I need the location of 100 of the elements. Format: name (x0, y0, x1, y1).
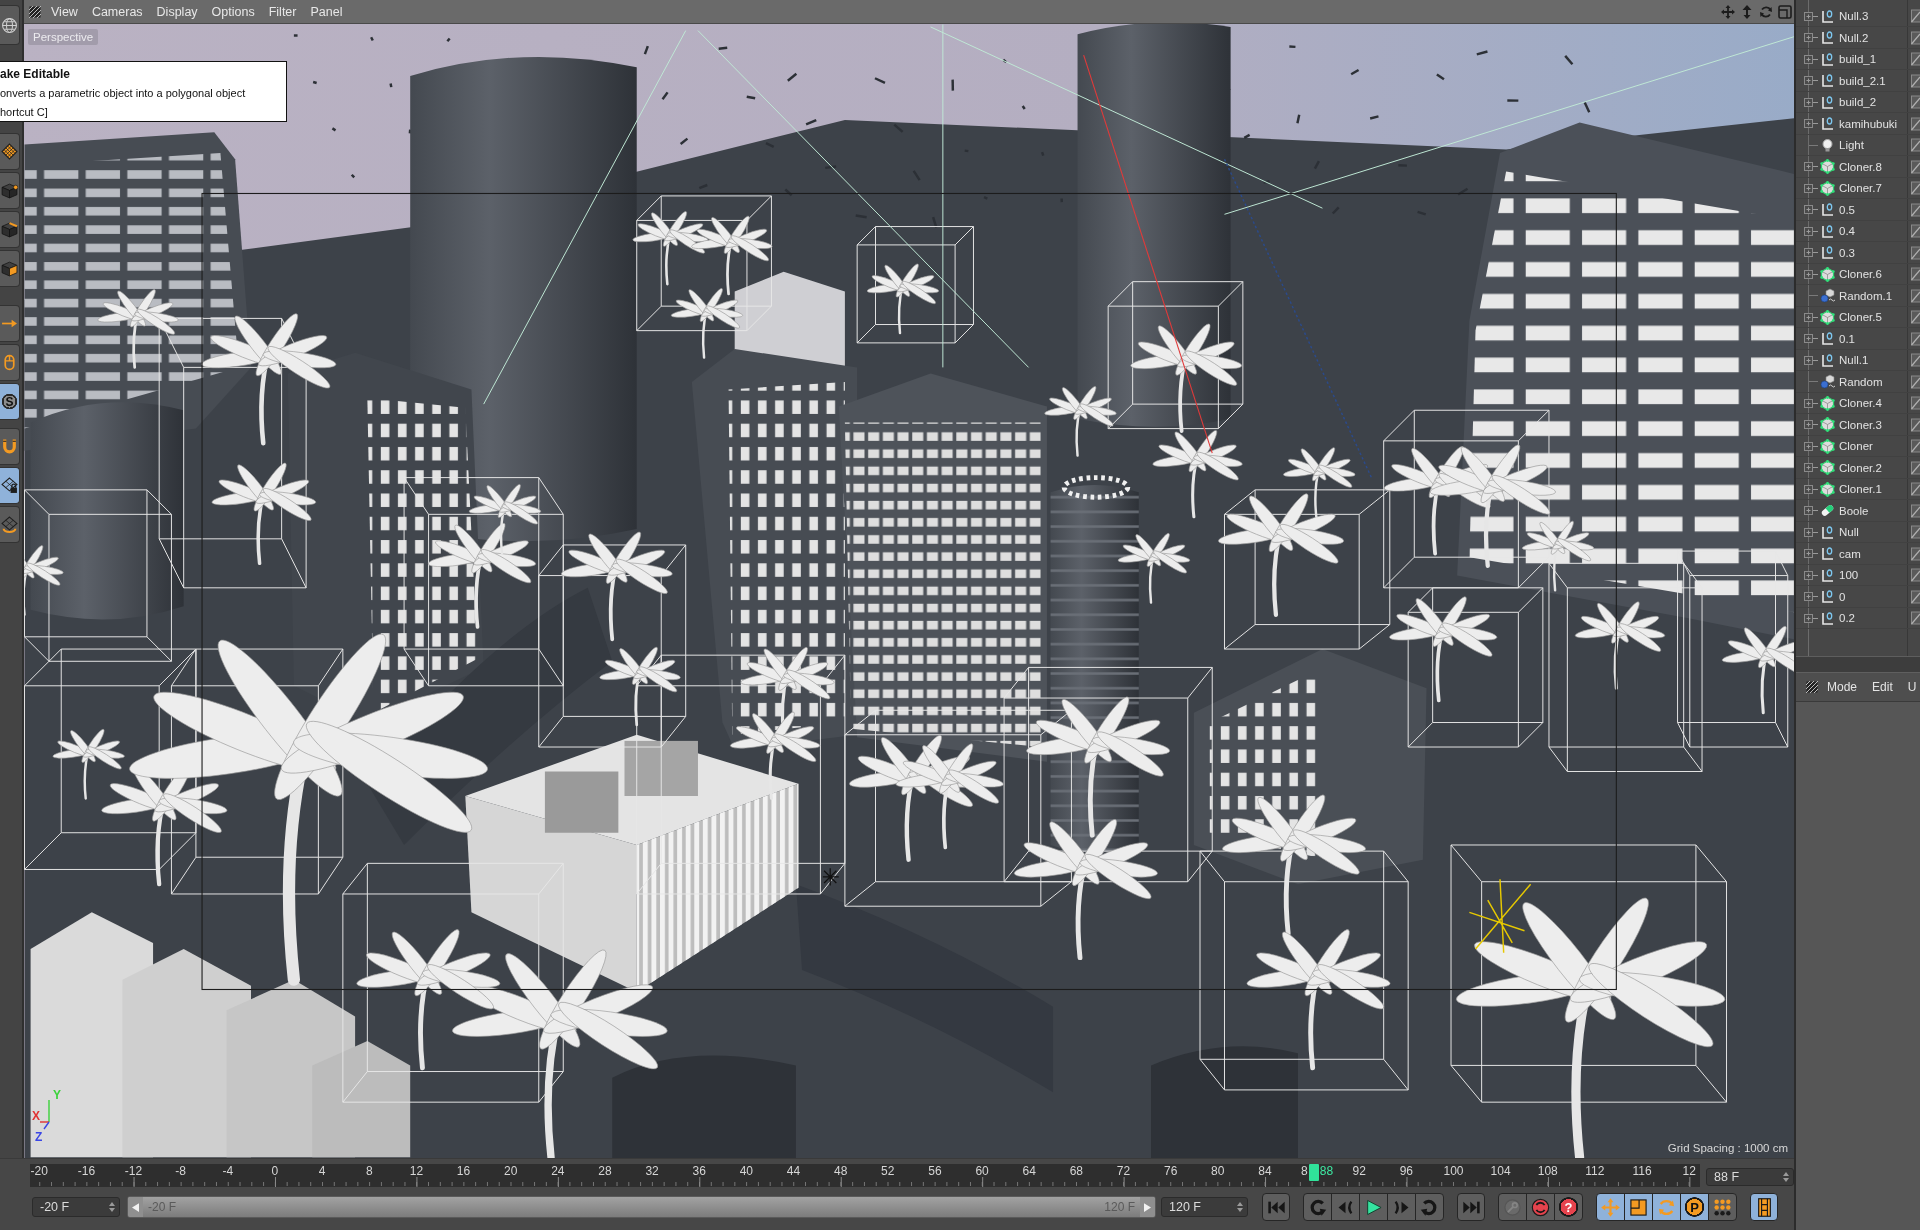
transport-button[interactable] (1526, 1193, 1555, 1221)
transport-button[interactable]: ? (1554, 1193, 1583, 1221)
expand-plus-icon[interactable] (1804, 398, 1818, 408)
slashed-square-icon[interactable] (1911, 202, 1920, 217)
object-name[interactable]: Cloner.2 (1839, 461, 1882, 474)
tool-button[interactable] (0, 5, 20, 45)
slashed-square-icon[interactable] (1911, 181, 1920, 195)
tool-button[interactable] (0, 344, 20, 381)
slashed-square-icon[interactable] (1911, 482, 1920, 496)
menu-item[interactable]: Edit (1872, 680, 1893, 694)
object-name[interactable]: 0.3 (1839, 246, 1855, 259)
expand-plus-icon[interactable] (1804, 269, 1818, 279)
object-name[interactable]: Null.2 (1839, 31, 1869, 44)
expand-plus-icon[interactable] (1804, 119, 1818, 128)
slashed-square-icon[interactable] (1911, 30, 1920, 45)
object-name[interactable]: 0.1 (1839, 332, 1855, 345)
object-name[interactable]: build_2 (1839, 96, 1877, 108)
spinner-arrows-icon[interactable] (1237, 1202, 1243, 1212)
object-name[interactable]: kamihubuki (1839, 117, 1898, 130)
expand-plus-icon[interactable] (1804, 355, 1818, 365)
object-name[interactable]: Cloner.1 (1839, 483, 1882, 495)
tool-button[interactable] (0, 467, 20, 504)
object-name[interactable]: Light (1839, 139, 1864, 151)
slashed-square-icon[interactable] (1911, 159, 1920, 174)
transport-button[interactable] (1359, 1193, 1388, 1221)
up-down-arrow-icon[interactable] (1740, 4, 1754, 19)
object-name[interactable]: build_1 (1839, 53, 1877, 65)
expand-plus-icon[interactable] (1804, 248, 1818, 257)
slashed-square-icon[interactable] (1911, 546, 1920, 561)
slashed-square-icon[interactable] (1911, 95, 1920, 109)
tool-button[interactable] (0, 211, 20, 248)
menu-item[interactable]: Options (211, 4, 255, 19)
object-name[interactable]: 0.4 (1839, 225, 1855, 237)
slashed-square-icon[interactable] (1911, 460, 1920, 475)
expand-plus-icon[interactable] (1804, 484, 1818, 494)
object-name[interactable]: Cloner.8 (1839, 160, 1882, 173)
range-end-handle[interactable] (1140, 1197, 1155, 1217)
object-name[interactable]: Cloner (1839, 440, 1873, 452)
object-name[interactable]: 0.2 (1839, 612, 1855, 624)
object-name[interactable]: Cloner.5 (1839, 311, 1882, 323)
slashed-square-icon[interactable] (1911, 568, 1920, 582)
object-name[interactable]: Boole (1839, 504, 1869, 517)
tool-button[interactable] (0, 250, 20, 287)
slashed-square-icon[interactable] (1911, 396, 1920, 410)
transport-button[interactable] (1624, 1193, 1653, 1221)
slashed-square-icon[interactable] (1911, 116, 1920, 131)
slashed-square-icon[interactable] (1911, 310, 1920, 324)
transport-button[interactable] (1498, 1193, 1527, 1221)
tool-button[interactable] (0, 305, 20, 342)
slashed-square-icon[interactable] (1911, 224, 1920, 238)
object-name[interactable]: 0.5 (1839, 203, 1855, 216)
expand-plus-icon[interactable] (1804, 527, 1818, 537)
slashed-square-icon[interactable] (1911, 589, 1920, 604)
timeline-ruler[interactable]: -20 -16 -12 -8 -4 0 4 8 12 16 20 24 28 32 36 40 44 48 52 56 60 64 68 72 76 80 84 8 88 92 96 100 104 108 112 116 12 (30, 1164, 1700, 1187)
expand-plus-icon[interactable] (1804, 97, 1818, 107)
expand-plus-icon[interactable] (1804, 205, 1818, 214)
slashed-square-icon[interactable] (1911, 503, 1920, 518)
transport-button[interactable] (1750, 1193, 1778, 1221)
expand-plus-icon[interactable] (1804, 76, 1818, 85)
slashed-square-icon[interactable] (1911, 245, 1920, 260)
current-frame-field[interactable]: 88 F (1706, 1168, 1794, 1186)
expand-plus-icon[interactable] (1804, 162, 1818, 171)
object-name[interactable]: Cloner.3 (1839, 418, 1882, 431)
slashed-square-icon[interactable] (1911, 353, 1920, 367)
expand-plus-icon[interactable] (1804, 506, 1818, 515)
playhead-marker[interactable] (1308, 1164, 1319, 1181)
expand-plus-icon[interactable] (1804, 334, 1818, 343)
slashed-square-icon[interactable] (1911, 374, 1920, 389)
slashed-square-icon[interactable] (1911, 611, 1920, 625)
expand-plus-icon[interactable] (1804, 183, 1818, 193)
tool-button[interactable] (0, 428, 20, 465)
expand-plus-icon[interactable] (1804, 312, 1818, 322)
menu-item[interactable]: Panel (310, 4, 343, 19)
slashed-square-icon[interactable] (1911, 9, 1920, 23)
object-name[interactable]: 0 (1839, 590, 1846, 603)
expand-plus-icon[interactable] (1804, 54, 1818, 64)
menu-item[interactable]: View (51, 4, 78, 19)
start-frame-field[interactable]: -20 F (32, 1197, 120, 1217)
slashed-square-icon[interactable] (1911, 52, 1920, 66)
slashed-square-icon[interactable] (1911, 288, 1920, 303)
tool-button[interactable] (0, 133, 20, 170)
expand-plus-icon[interactable] (1804, 570, 1818, 580)
slashed-square-icon[interactable] (1911, 525, 1920, 539)
object-name[interactable]: Cloner.7 (1839, 182, 1882, 194)
expand-plus-icon[interactable] (1804, 226, 1818, 236)
slashed-square-icon[interactable] (1911, 73, 1920, 88)
spinner-arrows-icon[interactable] (1783, 1172, 1789, 1182)
range-start-handle[interactable] (128, 1197, 143, 1217)
expand-plus-icon[interactable] (1804, 549, 1818, 558)
object-name[interactable]: Null.3 (1839, 10, 1869, 22)
transport-button[interactable] (1708, 1193, 1737, 1221)
slashed-square-icon[interactable] (1911, 267, 1920, 281)
expand-plus-icon[interactable] (1804, 463, 1818, 472)
object-name[interactable]: Null (1839, 526, 1859, 538)
object-name[interactable]: Cloner.6 (1839, 268, 1882, 280)
hatched-square-icon[interactable] (1806, 681, 1818, 693)
rotate-arrows-icon[interactable] (1759, 4, 1773, 19)
slashed-square-icon[interactable] (1911, 439, 1920, 453)
window-layout-icon[interactable] (1778, 4, 1792, 19)
slashed-square-icon[interactable] (1911, 331, 1920, 346)
